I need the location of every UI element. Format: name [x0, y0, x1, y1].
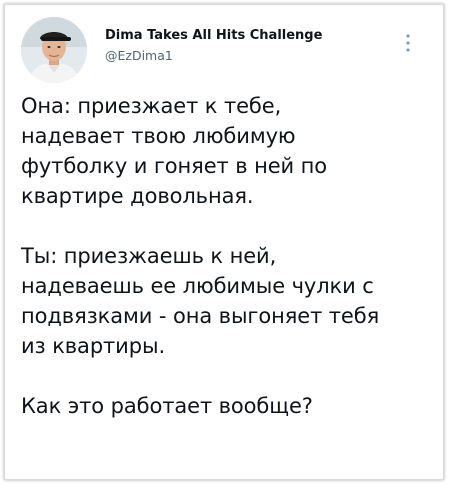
- tweet-paragraph: Она: приезжает к тебе, надевает твою люб…: [21, 91, 441, 211]
- tweet-line: надеваешь ее любимые чулки с: [21, 274, 374, 298]
- tweet-line: футболку и гоняет в ней по: [21, 154, 328, 178]
- tweet-text: Она: приезжает к тебе, надевает твою люб…: [21, 91, 441, 421]
- author-info: Dima Takes All Hits Challenge @EzDima1: [105, 27, 322, 65]
- tweet-line: надевает твою любимую: [21, 124, 296, 148]
- tweet-line: Ты: приезжаешь к ней,: [21, 244, 277, 268]
- tweet-header: Dima Takes All Hits Challenge @EzDima1: [21, 17, 421, 83]
- tweet-line: подвязками - она выгоняет тебя: [21, 304, 380, 328]
- tweet-line: квартире довольная.: [21, 184, 254, 208]
- avatar[interactable]: [21, 17, 87, 83]
- author-display-name[interactable]: Dima Takes All Hits Challenge: [105, 27, 322, 45]
- more-options-icon[interactable]: [401, 31, 415, 55]
- author-handle[interactable]: @EzDima1: [105, 47, 322, 65]
- tweet-line: из квартиры.: [21, 334, 166, 358]
- tweet-paragraph: Ты: приезжаешь к ней, надеваешь ее любим…: [21, 241, 441, 361]
- tweet-line: Она: приезжает к тебе,: [21, 94, 282, 118]
- tweet-card: Dima Takes All Hits Challenge @EzDima1 О…: [4, 4, 444, 480]
- avatar-photo: [21, 17, 87, 83]
- tweet-line: Как это работает вообще?: [21, 394, 313, 418]
- tweet-paragraph: Как это работает вообще?: [21, 391, 441, 421]
